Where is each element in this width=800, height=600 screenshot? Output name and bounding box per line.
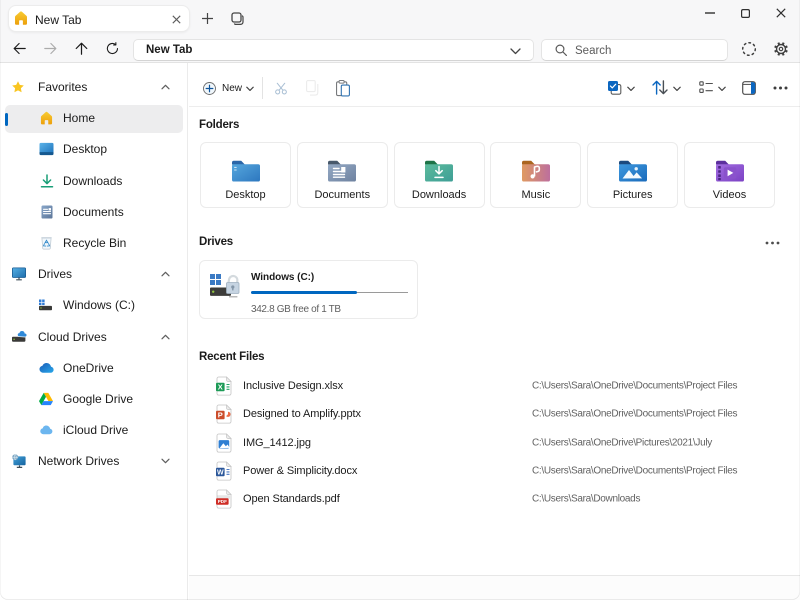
- svg-text:X: X: [218, 383, 223, 392]
- svg-text:P: P: [218, 411, 223, 420]
- svg-text:W: W: [217, 469, 224, 476]
- svg-text:PDF: PDF: [218, 499, 227, 504]
